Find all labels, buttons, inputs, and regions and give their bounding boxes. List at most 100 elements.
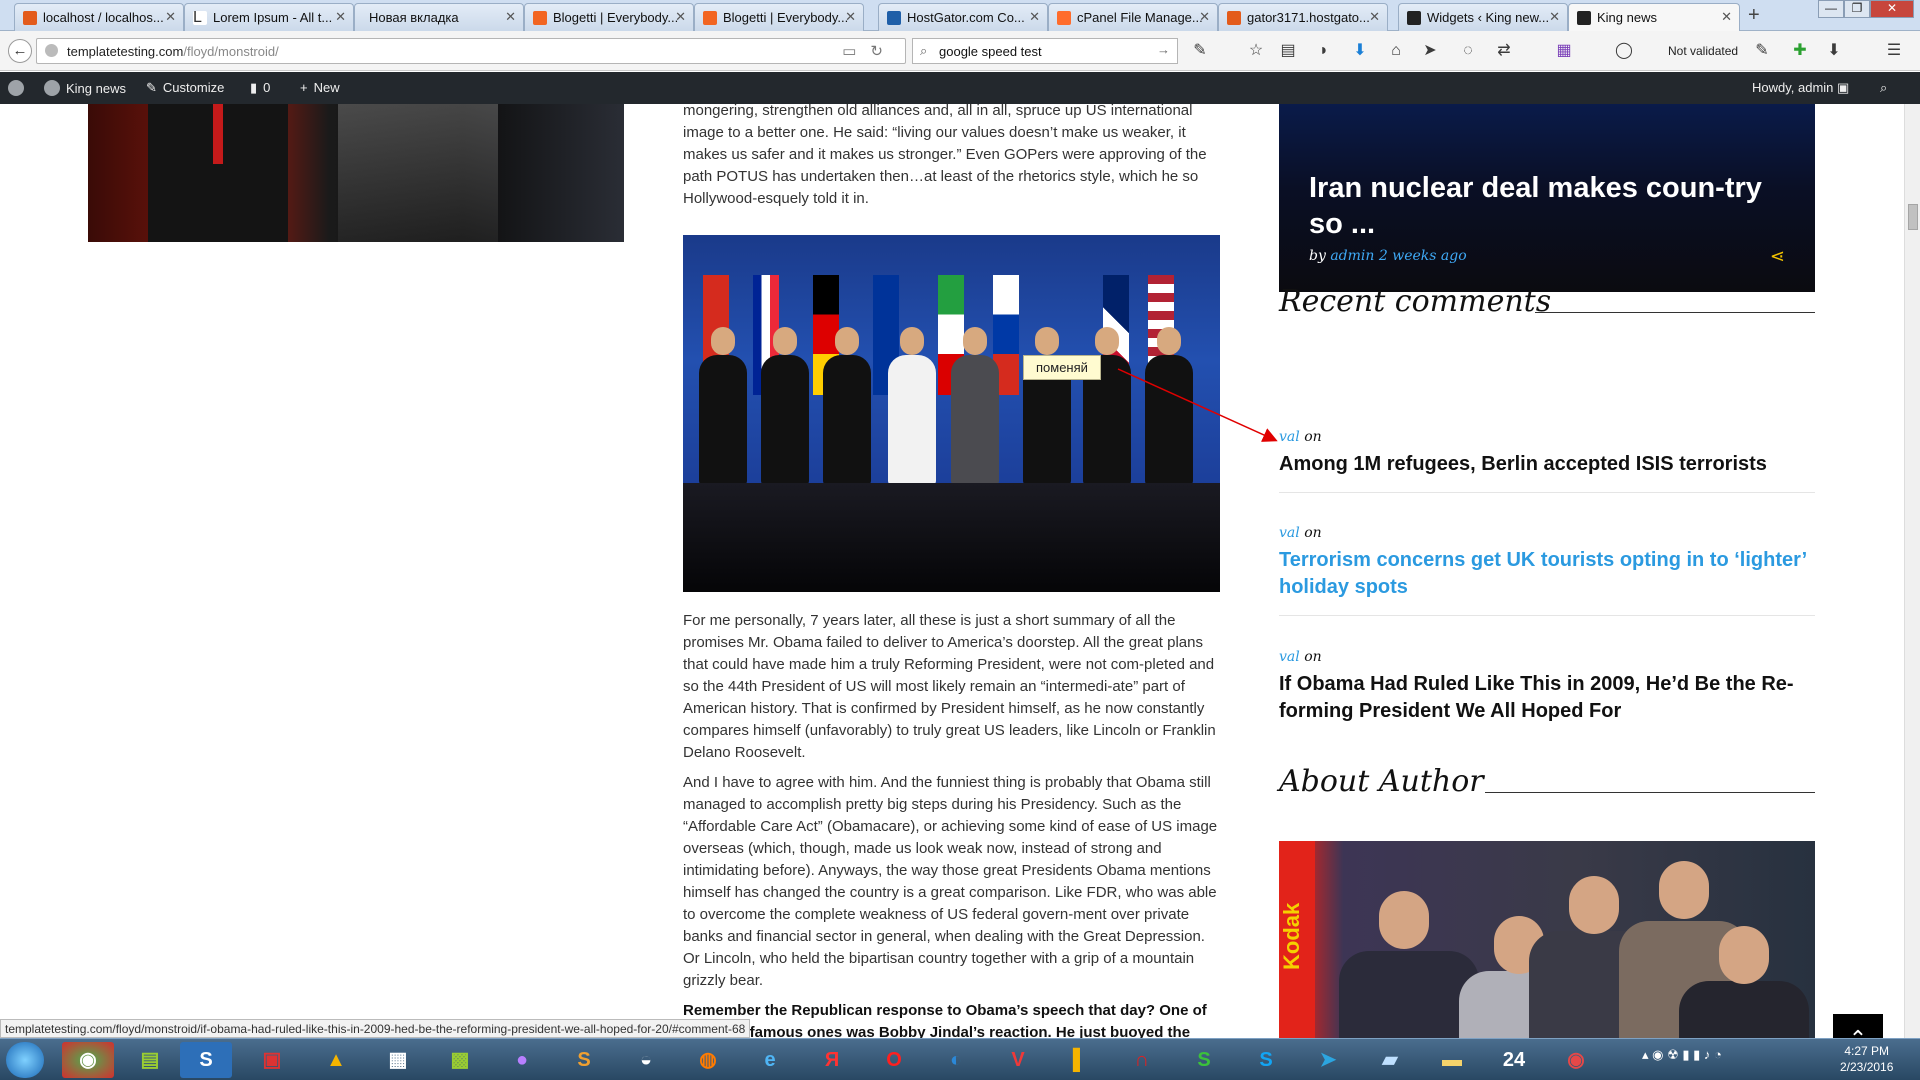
- browser-tab[interactable]: Widgets ‹ King new... ✕: [1398, 3, 1568, 31]
- home-icon[interactable]: ⌂: [1386, 41, 1406, 61]
- extension-icon[interactable]: ✚: [1790, 41, 1810, 61]
- app-green-s-icon[interactable]: S: [1178, 1042, 1230, 1078]
- opera-icon[interactable]: O: [868, 1042, 920, 1078]
- search-go-icon[interactable]: →: [1157, 42, 1170, 57]
- customize-link[interactable]: ✎ Customize: [146, 80, 224, 96]
- reading-list-icon[interactable]: ▤: [1278, 41, 1298, 61]
- close-tab-icon[interactable]: ✕: [335, 9, 346, 25]
- sublime-icon[interactable]: S: [558, 1042, 610, 1078]
- download-icon[interactable]: ⬇: [1350, 41, 1370, 61]
- validation-status[interactable]: Not validated: [1668, 44, 1738, 58]
- send-icon[interactable]: ➤: [1420, 41, 1440, 61]
- new-tab-button[interactable]: +: [1748, 4, 1760, 27]
- reader-reload-icons[interactable]: ▭↻: [842, 42, 897, 60]
- comments-link[interactable]: ▮ 0: [250, 80, 270, 96]
- browser-tab[interactable]: localhost / localhos... ✕: [14, 3, 184, 31]
- site-info-icon[interactable]: [45, 44, 58, 57]
- system-tray[interactable]: ▴ ◉ ☢ ▮ ▮ ♪ ◔: [1642, 1047, 1722, 1063]
- tab-title: HostGator.com Co...: [907, 10, 1025, 25]
- notepad-icon[interactable]: ▤: [124, 1042, 176, 1078]
- site-name-link[interactable]: King news: [44, 80, 126, 96]
- recent-comment-item: val on Among 1M refugees, Berlin accepte…: [1279, 429, 1815, 493]
- notes-icon[interactable]: ✎: [1752, 41, 1772, 61]
- yandex-icon[interactable]: Я: [806, 1042, 858, 1078]
- chrome-icon[interactable]: ◉: [62, 1042, 114, 1078]
- close-tab-icon[interactable]: ✕: [1549, 9, 1560, 25]
- app-page-icon[interactable]: ▰: [1364, 1042, 1416, 1078]
- featured-post-card[interactable]: Iran nuclear deal makes coun-try so ... …: [1279, 104, 1815, 292]
- system-clock[interactable]: 4:27 PM 2/23/2016: [1840, 1043, 1893, 1075]
- browser-tab[interactable]: Blogetti | Everybody... ✕: [694, 3, 864, 31]
- maximize-icon[interactable]: ❐: [1844, 0, 1870, 18]
- comment-author-link[interactable]: val: [1279, 429, 1300, 445]
- chrome-alt-icon[interactable]: ◉: [1550, 1042, 1602, 1078]
- close-tab-icon[interactable]: ✕: [675, 9, 686, 25]
- share-icon[interactable]: ⋖: [1770, 246, 1785, 267]
- app-bars-icon[interactable]: ▌: [1054, 1042, 1106, 1078]
- validator-icon[interactable]: ◯: [1614, 41, 1634, 61]
- comment-author-link[interactable]: val: [1279, 525, 1300, 541]
- post-date-link[interactable]: 2 weeks ago: [1379, 248, 1467, 264]
- bookmark-star-icon[interactable]: ☆: [1246, 41, 1266, 61]
- firefox-icon[interactable]: ◍: [682, 1042, 734, 1078]
- scroll-to-top-button[interactable]: ⌃: [1833, 1014, 1883, 1038]
- skype-icon[interactable]: S: [1240, 1042, 1292, 1078]
- close-tab-icon[interactable]: ✕: [1369, 9, 1380, 25]
- comment-author-link[interactable]: val: [1279, 649, 1300, 665]
- on-label: on: [1304, 525, 1322, 541]
- close-tab-icon[interactable]: ✕: [505, 9, 516, 25]
- new-content-link[interactable]: + New: [300, 80, 340, 95]
- author-link[interactable]: admin: [1330, 248, 1374, 264]
- apps-grid-icon[interactable]: ▦: [1554, 41, 1574, 61]
- pocket-icon[interactable]: ◗: [1314, 41, 1334, 61]
- calculator-icon[interactable]: ▦: [372, 1042, 424, 1078]
- floppy-icon[interactable]: ▣: [246, 1042, 298, 1078]
- page-scrollbar[interactable]: [1904, 104, 1920, 1038]
- app-arch-icon[interactable]: ∩: [1116, 1042, 1168, 1078]
- comment-post-link[interactable]: Among 1M refugees, Berlin accepted ISIS …: [1279, 451, 1815, 478]
- chat-icon[interactable]: ◌: [1458, 41, 1478, 61]
- app-grid-icon[interactable]: ▩: [434, 1042, 486, 1078]
- comment-post-link[interactable]: Terrorism concerns get UK tourists optin…: [1279, 547, 1815, 601]
- back-icon[interactable]: ←: [8, 39, 32, 63]
- explorer-icon[interactable]: ▬: [1426, 1042, 1478, 1078]
- search-field[interactable]: ⌕ google speed test →: [912, 38, 1178, 64]
- menu-icon[interactable]: ☰: [1884, 41, 1904, 61]
- vivaldi-icon[interactable]: V: [992, 1042, 1044, 1078]
- media-icon[interactable]: ●: [496, 1042, 548, 1078]
- app-s-icon[interactable]: S: [180, 1042, 232, 1078]
- close-tab-icon[interactable]: ✕: [1029, 9, 1040, 25]
- app-24-icon[interactable]: 24: [1488, 1042, 1540, 1078]
- app-circle-icon[interactable]: ◐: [930, 1042, 982, 1078]
- telegram-icon[interactable]: ➤: [1302, 1042, 1354, 1078]
- browser-tab-active[interactable]: King news ✕: [1568, 3, 1740, 32]
- wordpress-logo-icon[interactable]: [8, 80, 24, 96]
- browser-tab[interactable]: gator3171.hostgato... ✕: [1218, 3, 1388, 31]
- admin-search-icon[interactable]: ⌕: [1880, 80, 1887, 96]
- spy-icon[interactable]: ◒: [620, 1042, 672, 1078]
- browser-tab[interactable]: Blogetti | Everybody... ✕: [524, 3, 694, 31]
- close-window-icon[interactable]: ✕: [1870, 0, 1914, 18]
- photo-sign-text: Kodak: [1279, 841, 1315, 1038]
- browser-tab[interactable]: cPanel File Manage... ✕: [1048, 3, 1218, 31]
- close-tab-icon[interactable]: ✕: [845, 9, 856, 25]
- warning-icon[interactable]: ▲: [310, 1042, 362, 1078]
- scrollbar-thumb[interactable]: [1908, 204, 1918, 230]
- sync-icon[interactable]: ⇄: [1494, 41, 1514, 61]
- start-button[interactable]: [6, 1042, 44, 1078]
- browser-tab[interactable]: L Lorem Ipsum - All t... ✕: [184, 3, 354, 31]
- close-tab-icon[interactable]: ✕: [1721, 9, 1732, 25]
- download-arrow-icon[interactable]: ⬇: [1824, 41, 1844, 61]
- featured-post-title[interactable]: Iran nuclear deal makes coun-try so ...: [1309, 170, 1779, 242]
- browser-tab[interactable]: HostGator.com Co... ✕: [878, 3, 1048, 31]
- my-account-link[interactable]: Howdy, admin ▣: [1752, 80, 1849, 96]
- comment-post-link[interactable]: If Obama Had Ruled Like This in 2009, He…: [1279, 671, 1815, 725]
- clock-date: 2/23/2016: [1840, 1060, 1894, 1074]
- minimize-icon[interactable]: —: [1818, 0, 1844, 18]
- browser-tab[interactable]: Новая вкладка ✕: [354, 3, 524, 31]
- address-bar[interactable]: templatetesting.com/floyd/monstroid/ ▭↻: [36, 38, 906, 64]
- ie-icon[interactable]: e: [744, 1042, 796, 1078]
- close-tab-icon[interactable]: ✕: [1199, 9, 1210, 25]
- screenshot-icon[interactable]: ✎: [1190, 41, 1210, 61]
- close-tab-icon[interactable]: ✕: [165, 9, 176, 25]
